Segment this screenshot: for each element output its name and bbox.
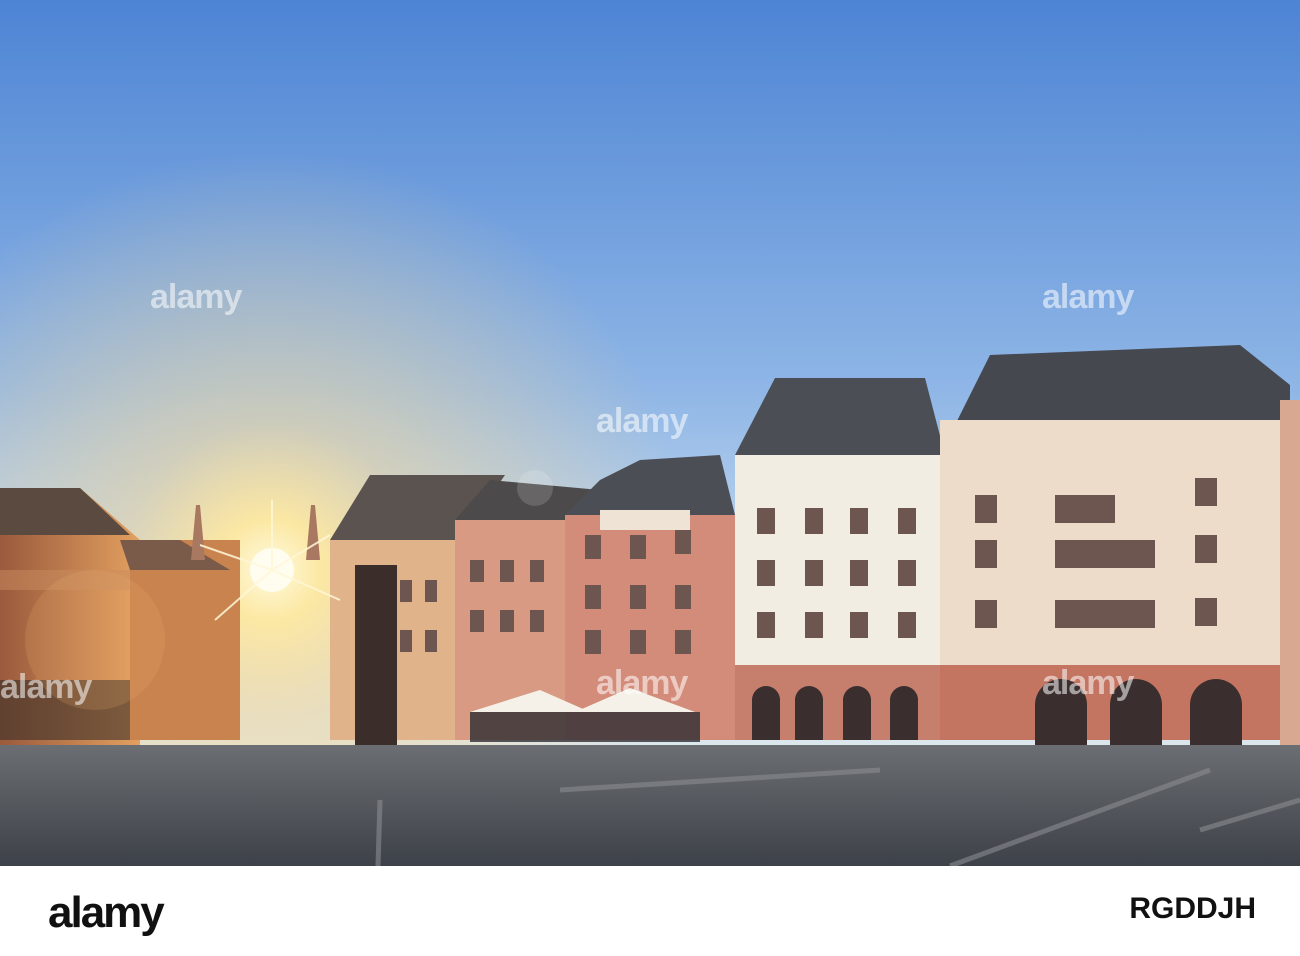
lens-flare-small [517, 470, 553, 506]
footer-bar: alamy RGDDJH [0, 866, 1300, 956]
cobblestone-square [0, 745, 1300, 866]
watermark: alamy [0, 668, 92, 706]
market-square-photo: alamy alamy alamy alamy alamy alamy [0, 0, 1300, 866]
stock-photo-page: alamy alamy alamy alamy alamy alamy alam… [0, 0, 1300, 956]
alamy-logo[interactable]: alamy [48, 888, 165, 938]
white-building [735, 378, 945, 740]
watermark: alamy [596, 664, 688, 702]
watermark: alamy [1042, 278, 1134, 316]
image-id: RGDDJH [1129, 892, 1256, 925]
watermark: alamy [596, 402, 688, 440]
watermark: alamy [1042, 664, 1134, 702]
watermark: alamy [150, 278, 242, 316]
